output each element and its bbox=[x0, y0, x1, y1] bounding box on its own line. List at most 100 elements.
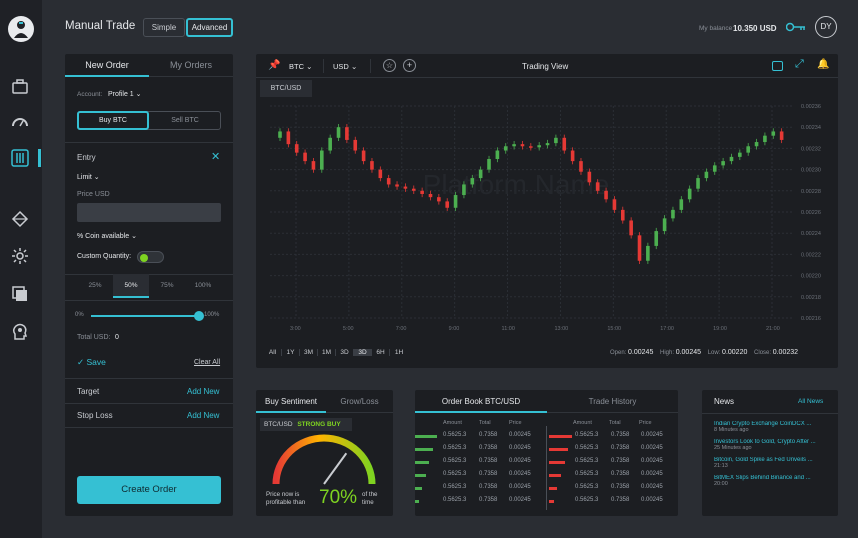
x-tick-label: 9:00 bbox=[449, 326, 460, 332]
col-price: Price bbox=[509, 420, 522, 426]
star-favorite-icon[interactable]: ☆ bbox=[383, 59, 396, 72]
sentiment-signal: STRONG BUY bbox=[297, 421, 341, 428]
candle-body bbox=[361, 150, 366, 162]
candle-body bbox=[746, 146, 750, 153]
news-item[interactable]: Indian Crypto Exchange CoinDCX ... 8 Minu… bbox=[714, 421, 836, 433]
news-item[interactable]: BitMEX Slips Behind Binance and ... 20:00 bbox=[714, 475, 836, 487]
pair-tab[interactable]: BTC/USD bbox=[260, 80, 312, 97]
custom-quantity-toggle[interactable] bbox=[137, 251, 164, 263]
range-option[interactable]: All bbox=[264, 349, 282, 356]
dashboard-gauge-icon[interactable] bbox=[11, 113, 29, 131]
briefcase-icon[interactable] bbox=[11, 78, 29, 96]
range-option[interactable]: 1H bbox=[390, 349, 408, 356]
coin-available-select[interactable]: % Coin available ⌄ bbox=[77, 232, 137, 240]
ohlc-readout: Open: 0.00245 High: 0.00245 Low: 0.00220… bbox=[610, 349, 798, 356]
order-type-select[interactable]: Limit ⌄ bbox=[77, 173, 100, 181]
logo-icon[interactable] bbox=[8, 16, 34, 42]
sell-btc-button[interactable]: Sell BTC bbox=[149, 111, 221, 130]
pct-option[interactable]: 25% bbox=[77, 282, 113, 289]
cell-total: 0.7358 bbox=[479, 497, 498, 503]
add-stop-loss-link[interactable]: Add New bbox=[187, 411, 219, 420]
price-input[interactable] bbox=[77, 203, 221, 222]
account-value: Profile 1 bbox=[108, 91, 134, 98]
copy-icon[interactable] bbox=[11, 285, 29, 303]
tab-new-order[interactable]: New Order bbox=[65, 54, 149, 77]
order-type-value: Limit bbox=[77, 174, 92, 181]
range-option[interactable]: 3M bbox=[300, 349, 318, 356]
candle-body bbox=[420, 190, 424, 194]
account-select[interactable]: Profile 1 ⌄ bbox=[108, 90, 142, 98]
settings-gear-icon[interactable] bbox=[11, 247, 29, 265]
fullscreen-icon[interactable]: ⤢ bbox=[795, 58, 804, 71]
all-news-link[interactable]: All News bbox=[798, 398, 823, 405]
save-button[interactable]: ✓ Save bbox=[77, 357, 106, 368]
sentiment-percent: 70% bbox=[319, 487, 358, 508]
user-avatar[interactable]: DY bbox=[815, 16, 837, 38]
range-option[interactable]: 3D bbox=[336, 349, 354, 356]
network-icon[interactable] bbox=[11, 210, 29, 228]
range-option[interactable]: 1Y bbox=[282, 349, 300, 356]
create-order-button[interactable]: Create Order bbox=[77, 476, 221, 504]
candle-body bbox=[729, 156, 734, 162]
order-row[interactable]: 0.5625.3 0.7358 0.00245 bbox=[415, 443, 546, 456]
candle-body bbox=[738, 152, 742, 157]
divider bbox=[65, 142, 233, 143]
tab-my-orders[interactable]: My Orders bbox=[149, 54, 233, 77]
screenshot-icon[interactable] bbox=[772, 61, 783, 71]
order-row[interactable]: 0.5625.3 0.7358 0.00245 bbox=[415, 469, 546, 482]
x-tick-label: 17:00 bbox=[660, 326, 674, 332]
y-tick-label: 0.00220 bbox=[801, 274, 821, 280]
total-usd-value: 0 bbox=[115, 334, 119, 341]
base-currency-select[interactable]: BTC ⌄ bbox=[289, 62, 312, 71]
candle-body bbox=[704, 171, 709, 179]
tab-order-book[interactable]: Order Book BTC/USD bbox=[415, 390, 547, 413]
order-row[interactable]: 0.5625.3 0.7358 0.00245 bbox=[547, 430, 678, 443]
news-time: 20:00 bbox=[714, 481, 728, 487]
key-icon[interactable] bbox=[785, 22, 806, 32]
candle-body bbox=[679, 199, 684, 210]
close-icon[interactable]: ✕ bbox=[211, 150, 220, 163]
range-option[interactable]: 6H bbox=[372, 349, 390, 356]
candle-body bbox=[403, 186, 408, 189]
tab-buy-sentiment[interactable]: Buy Sentiment bbox=[256, 390, 326, 413]
order-row[interactable]: 0.5625.3 0.7358 0.00245 bbox=[415, 495, 546, 508]
quote-currency-select[interactable]: USD ⌄ bbox=[333, 62, 357, 71]
trade-sliders-icon[interactable] bbox=[11, 149, 29, 167]
pin-icon[interactable]: 📌 bbox=[268, 60, 280, 71]
col-total: Total bbox=[609, 420, 621, 426]
divider bbox=[65, 427, 233, 428]
simple-mode-button[interactable]: Simple bbox=[143, 18, 185, 37]
tab-grow-loss[interactable]: Grow/Loss bbox=[326, 390, 393, 413]
candle-body bbox=[712, 165, 717, 172]
bell-icon[interactable]: 🔔 bbox=[817, 59, 829, 70]
news-item[interactable]: Investors Look to Gold, Crypto After ...… bbox=[714, 439, 836, 451]
buy-btc-button[interactable]: Buy BTC bbox=[77, 111, 149, 130]
add-target-link[interactable]: Add New bbox=[187, 387, 219, 396]
pct-option[interactable]: 100% bbox=[185, 282, 221, 289]
order-row[interactable]: 0.5625.3 0.7358 0.00245 bbox=[415, 430, 546, 443]
candle-body bbox=[462, 184, 466, 196]
order-row[interactable]: 0.5625.3 0.7358 0.00245 bbox=[547, 482, 678, 495]
pct-option[interactable]: 75% bbox=[149, 282, 185, 289]
order-row[interactable]: 0.5625.3 0.7358 0.00245 bbox=[547, 443, 678, 456]
tab-trade-history[interactable]: Trade History bbox=[547, 390, 678, 413]
candlestick-chart[interactable]: 0.00236 0.00234 0.00232 0.00230 0.00228 0.002… bbox=[256, 98, 838, 340]
quantity-slider-handle[interactable] bbox=[194, 311, 204, 321]
pct-option[interactable]: 50% bbox=[113, 282, 149, 289]
order-row[interactable]: 0.5625.3 0.7358 0.00245 bbox=[415, 456, 546, 469]
order-row[interactable]: 0.5625.3 0.7358 0.00245 bbox=[547, 495, 678, 508]
add-indicator-icon[interactable]: + bbox=[403, 59, 416, 72]
quantity-slider-track[interactable] bbox=[91, 315, 199, 317]
head-idea-icon[interactable] bbox=[11, 323, 29, 341]
order-row[interactable]: 0.5625.3 0.7358 0.00245 bbox=[415, 482, 546, 495]
news-item[interactable]: Bitcoin, Gold Spike as Fed Unveils ... 21… bbox=[714, 457, 836, 469]
clear-all-link[interactable]: Clear All bbox=[194, 359, 220, 366]
range-option[interactable]: 1M bbox=[318, 349, 336, 356]
order-row[interactable]: 0.5625.3 0.7358 0.00245 bbox=[547, 456, 678, 469]
order-row[interactable]: 0.5625.3 0.7358 0.00245 bbox=[547, 469, 678, 482]
candle-body bbox=[579, 161, 583, 172]
range-option-active[interactable]: 3D bbox=[354, 349, 372, 356]
advanced-mode-button[interactable]: Advanced bbox=[186, 18, 233, 37]
cell-total: 0.7358 bbox=[611, 432, 630, 438]
chevron-down-icon: ⌄ bbox=[135, 91, 142, 98]
